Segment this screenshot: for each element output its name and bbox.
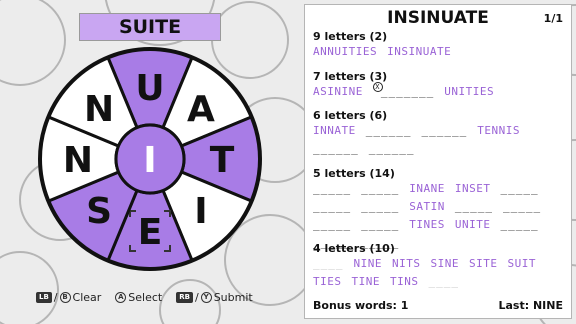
wheel-letter[interactable]: T — [210, 140, 235, 181]
center-letter[interactable]: I — [143, 140, 156, 181]
wheel-letter[interactable]: E — [138, 212, 163, 253]
letter-wheel[interactable]: UATIESNNI — [36, 45, 264, 273]
found-word: UNITE — [454, 218, 491, 231]
found-word: UNITIES — [444, 85, 495, 98]
wheel-letter[interactable]: S — [86, 191, 112, 232]
found-word: INSINUATE — [387, 45, 452, 58]
word-section: 9 letters (2) ANNUITIES INSINUATE — [313, 30, 565, 59]
slash-separator: / — [53, 290, 58, 304]
hidden-word-blank: _____ — [500, 218, 539, 231]
word-section: 7 letters (3) ASININE X_______ UNITIES — [313, 70, 565, 99]
wheel-letter[interactable]: I — [194, 191, 207, 232]
hidden-word-blank: _____ — [361, 182, 400, 195]
word-list-panel: INSINUATE 1/1 9 letters (2) ANNUITIES INSI… — [304, 4, 572, 319]
rb-button-icon: RB — [176, 291, 193, 303]
hidden-word-blank: ____ — [313, 257, 344, 270]
slash-separator: / — [194, 290, 199, 304]
found-word: SINE — [430, 257, 459, 270]
last-word: Last: NINE — [498, 299, 564, 312]
section-header: 9 letters (2) — [313, 30, 388, 43]
hidden-word-blank: ______ — [368, 142, 415, 155]
hidden-word-blank: _____ — [454, 200, 493, 213]
word-section: 6 letters (6) INNATE ______ ______ TENNIS ___… — [313, 109, 565, 156]
hidden-word-blank: _______ — [380, 85, 435, 98]
hidden-word-blank: _____ — [313, 218, 352, 231]
hidden-word-blank: _____ — [500, 182, 539, 195]
word-section: 4 letters (10) ____ NINE NITS SINE SITE SUIT TI… — [313, 242, 565, 289]
a-button-icon: A — [115, 291, 127, 303]
found-word: ASININE — [313, 85, 363, 98]
section-header: 6 letters (6) — [313, 109, 388, 122]
clear-label: Clear — [72, 290, 102, 304]
found-word: INSET — [454, 182, 491, 195]
controls-bar: LB / B Clear A Select RB / Y Submit — [36, 287, 253, 307]
hidden-word-blank: ______ — [365, 124, 412, 137]
hidden-word-blank: ______ — [313, 142, 359, 155]
clear-control[interactable]: LB / B Clear — [36, 291, 101, 304]
hidden-word-blank: ______ — [421, 124, 468, 137]
found-word: TENNIS — [477, 124, 520, 137]
hidden-word-blank: _____ — [361, 218, 400, 231]
found-word: TINS — [390, 275, 419, 288]
found-word: TINE — [351, 275, 380, 288]
wheel-letter[interactable]: N — [84, 89, 114, 130]
wheel-letter[interactable]: N — [63, 140, 93, 181]
hidden-word-blank: _____ — [361, 200, 400, 213]
found-word: NITS — [392, 257, 421, 270]
hidden-word-with-hint: X_______ — [372, 82, 435, 99]
section-header: 5 letters (14) — [313, 167, 395, 180]
hidden-word-blank: _____ — [313, 200, 352, 213]
found-word: TIES — [313, 275, 342, 288]
submit-label: Submit — [213, 290, 253, 304]
select-control[interactable]: A Select — [115, 291, 162, 304]
panel-footer: Bonus words: 1 Last: NINE — [313, 299, 563, 312]
wheel-letter[interactable]: U — [135, 68, 164, 109]
submit-control[interactable]: RB / Y Submit — [176, 290, 253, 304]
x-button-hint-icon[interactable]: X — [372, 82, 383, 92]
wheel-letter[interactable]: A — [187, 89, 215, 130]
found-word: TINES — [409, 218, 445, 231]
found-word: SATIN — [409, 200, 445, 213]
current-word-display: SUITE — [79, 13, 221, 41]
lb-button-icon: LB — [36, 291, 52, 303]
found-word: ANNUITIES — [313, 45, 378, 58]
puzzle-title: INSINUATE — [387, 8, 489, 28]
found-word: NINE — [353, 257, 382, 270]
section-header: 7 letters (3) — [313, 70, 388, 83]
found-word: INANE — [409, 182, 445, 195]
word-section: 5 letters (14) _____ _____ INANE INSET _____ _… — [313, 167, 565, 250]
found-word: INNATE — [313, 124, 356, 137]
b-button-icon: B — [59, 291, 71, 303]
found-word: SITE — [469, 257, 498, 270]
found-word: SUIT — [507, 257, 536, 270]
hidden-word-blank: _____ — [313, 182, 352, 195]
y-button-icon: Y — [200, 291, 212, 303]
hidden-word-blank: _____ — [503, 200, 542, 213]
page-indicator: 1/1 — [543, 12, 563, 25]
select-label: Select — [128, 290, 163, 304]
section-header: 4 letters (10) — [313, 242, 395, 255]
hidden-word-blank: ____ — [428, 275, 459, 288]
bonus-words-count: Bonus words: 1 — [313, 299, 409, 312]
